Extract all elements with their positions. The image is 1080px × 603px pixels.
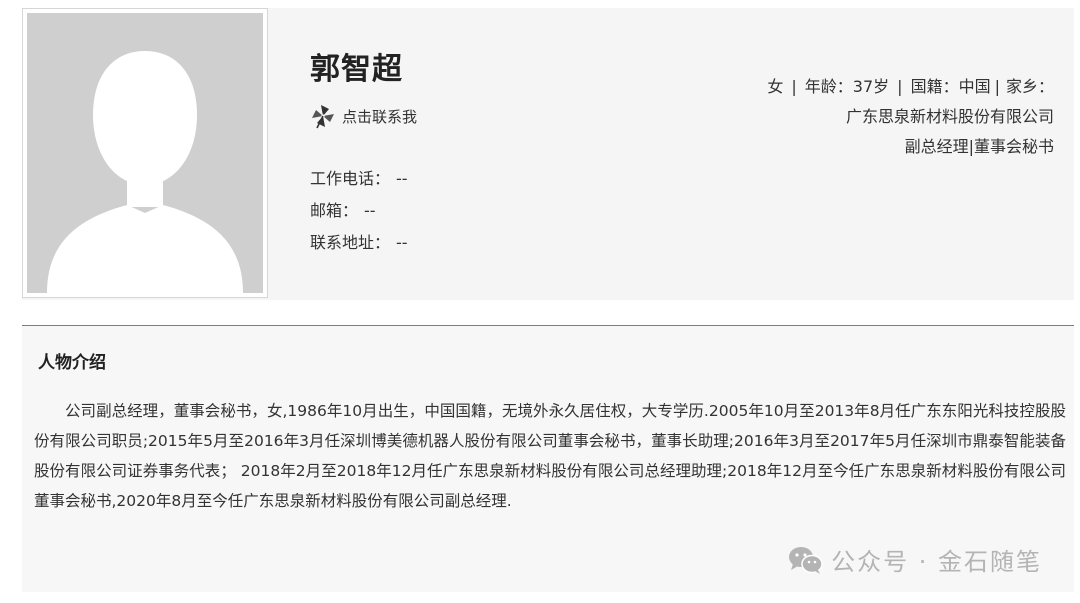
meta-separator: | (791, 77, 797, 96)
nationality-label: 国籍： (910, 77, 959, 96)
person-name: 郭智超 (310, 52, 403, 87)
work-phone-row: 工作电话： -- (310, 168, 408, 190)
avatar (27, 13, 263, 293)
address-label: 联系地址： (310, 233, 391, 252)
hometown-label: 家乡： (1005, 77, 1054, 96)
contact-me-label: 点击联系我 (342, 107, 418, 126)
contact-me-button[interactable]: 点击联系我 (310, 103, 417, 129)
address-value: -- (396, 233, 408, 252)
meta-line-basic: 女 | 年龄：37岁 | 国籍：中国 | 家乡： (767, 72, 1054, 102)
person-meta: 女 | 年龄：37岁 | 国籍：中国 | 家乡： 广东思泉新材料股份有限公司 副总经理|董事… (767, 72, 1054, 162)
gender-value: 女 (767, 77, 784, 96)
company-name: 广东思泉新材料股份有限公司 (845, 107, 1054, 126)
wechat-icon (789, 546, 823, 574)
watermark: 公众号 · 金石随笔 (787, 542, 1042, 577)
position-title: 副总经理|董事会秘书 (904, 137, 1054, 156)
meta-separator: | (897, 77, 903, 96)
watermark-text: 公众号 · 金石随笔 (831, 548, 1042, 576)
nationality-value: 中国 (958, 77, 991, 96)
email-label: 邮箱： (310, 201, 359, 220)
bio-title: 人物介绍 (38, 353, 106, 373)
meta-separator: | (994, 77, 1000, 96)
age-label: 年龄： (804, 77, 853, 96)
bio-text: 公司副总经理，董事会秘书，女,1986年10月出生，中国国籍，无境外永久居住权，… (34, 402, 1066, 510)
email-row: 邮箱： -- (310, 200, 376, 222)
profile-panel: 郭智超 点击联系我 工作电话： -- 邮箱： -- 联系地址： -- 女 | 年… (22, 8, 1074, 300)
avatar-frame (22, 8, 268, 298)
pinwheel-icon (312, 105, 334, 129)
address-row: 联系地址： -- (310, 232, 408, 254)
work-phone-label: 工作电话： (310, 169, 391, 188)
page: 郭智超 点击联系我 工作电话： -- 邮箱： -- 联系地址： -- 女 | 年… (0, 0, 1080, 603)
work-phone-value: -- (396, 169, 408, 188)
avatar-placeholder-icon (27, 13, 263, 293)
email-value: -- (364, 201, 376, 220)
age-value: 37岁 (852, 77, 890, 96)
